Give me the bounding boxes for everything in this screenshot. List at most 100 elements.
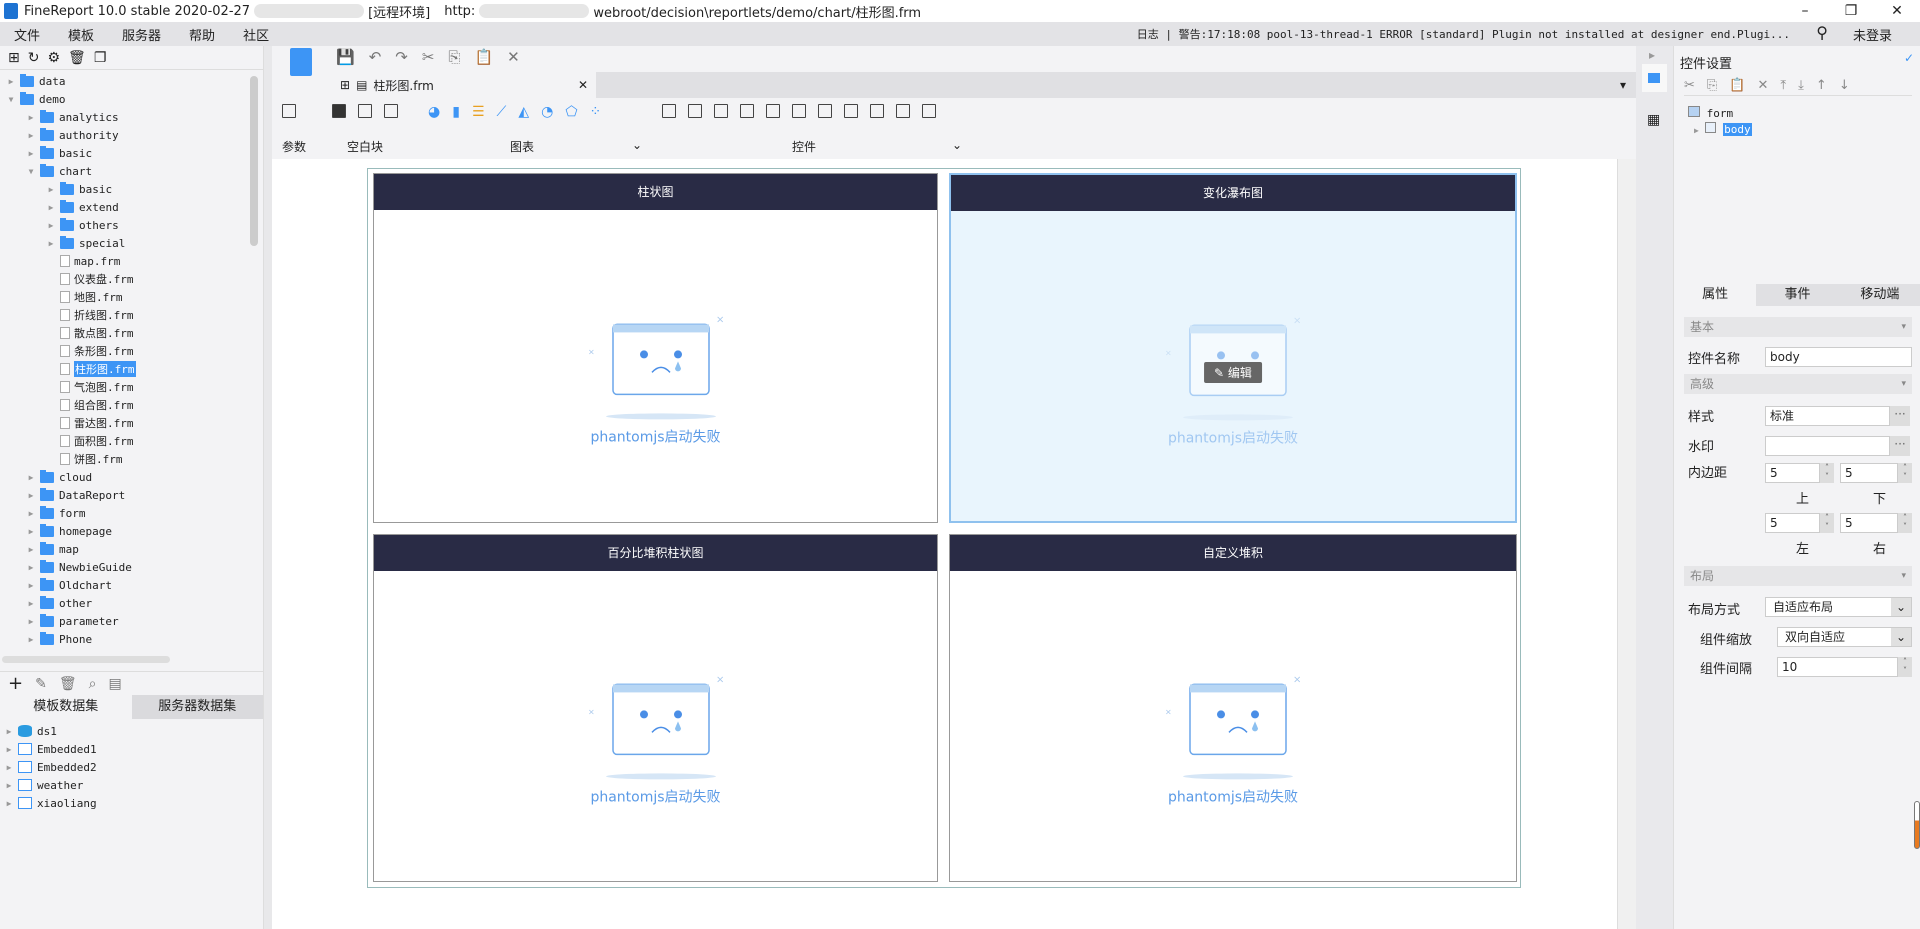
pin-icon[interactable]: ✓ <box>1904 51 1914 65</box>
tree-file[interactable]: 条形图.frm <box>0 342 263 360</box>
layout-select[interactable]: 自适应布局 ⌄ <box>1765 597 1912 617</box>
date-icon[interactable] <box>792 104 806 118</box>
add-dataset-icon[interactable]: + <box>8 673 23 694</box>
expand-icon[interactable]: ▶ <box>4 763 14 772</box>
move-bottom-icon[interactable]: ⤓ <box>1798 78 1804 93</box>
scatter-chart-icon[interactable]: ⁘ <box>589 104 601 120</box>
checkbox-group-icon[interactable] <box>896 104 910 118</box>
undo-icon[interactable]: ↶ <box>369 48 382 66</box>
expand-icon[interactable]: ▶ <box>4 745 14 754</box>
new-tab-icon[interactable]: ⊞ <box>340 78 350 92</box>
expand-icon[interactable]: ▶ <box>4 727 14 736</box>
label-icon[interactable] <box>688 104 702 118</box>
watermark-more-button[interactable]: ··· <box>1890 436 1910 456</box>
expand-icon[interactable]: ▶ <box>26 491 36 500</box>
expand-icon[interactable]: ▶ <box>26 509 36 518</box>
dataset-item[interactable]: ▶ Embedded1 <box>0 740 263 758</box>
tab-properties[interactable]: 属性 <box>1674 284 1757 306</box>
tree-file[interactable]: 散点图.frm <box>0 324 263 342</box>
tree-node-body[interactable]: ▶ body <box>1694 122 1752 136</box>
dataset-item[interactable]: ▶ xiaoliang <box>0 794 263 812</box>
delete-icon[interactable]: ✕ <box>507 48 520 66</box>
component-library-icon[interactable]: ▦ <box>1647 112 1660 128</box>
tab-events[interactable]: 事件 <box>1756 284 1838 306</box>
tree-folder[interactable]: ▶ map <box>0 540 263 558</box>
padding-left-spinner[interactable]: ˄ ˅ <box>1820 513 1834 533</box>
tab-server-datasets[interactable]: 服务器数据集 <box>131 695 263 719</box>
copy-icon[interactable]: ⎘ <box>448 48 460 66</box>
padding-bottom-spinner[interactable]: ˄ ˅ <box>1898 463 1912 483</box>
dataset-item[interactable]: ▶ weather <box>0 776 263 794</box>
gap-input[interactable]: 10 <box>1777 657 1898 677</box>
tree-combo-icon[interactable] <box>844 104 858 118</box>
expand-icon[interactable]: ▶ <box>46 221 56 230</box>
move-top-icon[interactable]: ⤒ <box>1780 78 1786 93</box>
expand-icon[interactable]: ▶ <box>46 239 56 248</box>
new-folder-icon[interactable]: ⊞ <box>8 50 20 66</box>
tree-file[interactable]: map.frm <box>0 252 263 270</box>
edit-icon[interactable]: ✎ <box>35 676 47 692</box>
cut-icon[interactable]: ✂ <box>422 48 435 66</box>
tree-file[interactable]: 组合图.frm <box>0 396 263 414</box>
split-block-icon[interactable] <box>358 104 372 118</box>
watermark-input[interactable] <box>1765 436 1890 456</box>
tree-folder[interactable]: ▶ form <box>0 504 263 522</box>
style-input[interactable]: 标准 <box>1765 406 1890 426</box>
expand-icon[interactable]: ▶ <box>4 799 14 808</box>
copy-icon[interactable]: ❐ <box>94 50 107 66</box>
paste-icon[interactable]: 📋 <box>474 48 493 66</box>
section-basic[interactable]: 基本 ▾ <box>1684 317 1912 337</box>
expand-icon[interactable]: ▶ <box>26 149 36 158</box>
line-chart-icon[interactable]: ⟋ <box>497 104 507 120</box>
padding-right-spinner[interactable]: ˄ ˅ <box>1898 513 1912 533</box>
redo-icon[interactable]: ↷ <box>395 48 408 66</box>
left-splitter[interactable] <box>263 46 272 929</box>
tree-hscrollbar[interactable] <box>2 656 170 663</box>
tree-folder[interactable]: ▶ authority <box>0 126 263 144</box>
tree-folder[interactable]: ▶ basic <box>0 144 263 162</box>
expand-icon[interactable]: ▶ <box>26 617 36 626</box>
delete-dataset-icon[interactable]: 🗑 <box>59 676 77 692</box>
expand-icon[interactable]: ▶ <box>26 527 36 536</box>
edit-button[interactable]: ✎ 编辑 <box>1204 362 1262 383</box>
section-layout[interactable]: 布局 ▾ <box>1684 566 1912 586</box>
menu-server[interactable]: 服务器 <box>108 25 175 44</box>
preview-icon[interactable]: ⌕ <box>89 676 97 692</box>
tree-folder[interactable]: ▶ cloud <box>0 468 263 486</box>
collapse-arrow-icon[interactable]: ▸ <box>1649 48 1655 62</box>
gauge-chart-icon[interactable]: ◔ <box>541 104 553 120</box>
gap-spinner[interactable]: ˄ ˅ <box>1898 657 1912 677</box>
expand-icon[interactable]: ▶ <box>26 113 36 122</box>
combobox-icon[interactable] <box>740 104 754 118</box>
log-message[interactable]: 日志 | 警告:17:18:08 pool-13-thread-1 ERROR … <box>1137 26 1790 42</box>
dataset-item[interactable]: ▶ ds1 <box>0 722 263 740</box>
delete-icon[interactable]: 🗑 <box>68 50 86 66</box>
tree-file[interactable]: 面积图.frm <box>0 432 263 450</box>
textarea-icon[interactable] <box>714 104 728 118</box>
expand-icon[interactable]: ▶ <box>46 203 56 212</box>
expand-icon[interactable]: ▶ <box>26 635 36 644</box>
tree-folder[interactable]: ▶ other <box>0 594 263 612</box>
pie-chart-icon[interactable]: ◕ <box>428 104 440 120</box>
collapse-icon[interactable]: ▼ <box>26 167 36 176</box>
tree-file[interactable]: 雷达图.frm <box>0 414 263 432</box>
area-chart-icon[interactable]: ◭ <box>518 104 529 120</box>
tree-folder[interactable]: ▶ extend <box>0 198 263 216</box>
expand-icon[interactable]: ▶ <box>6 77 16 86</box>
tree-file[interactable]: 折线图.frm <box>0 306 263 324</box>
close-window-button[interactable]: ✕ <box>1874 0 1920 22</box>
textbox-icon[interactable] <box>662 104 676 118</box>
tree-folder[interactable]: ▶ parameter <box>0 612 263 630</box>
tab-template-datasets[interactable]: 模板数据集 <box>0 695 132 719</box>
tree-folder[interactable]: ▶ Phone <box>0 630 263 648</box>
widget-group-expand-icon[interactable]: ⌄ <box>952 138 962 152</box>
tree-folder[interactable]: ▼ demo <box>0 90 263 108</box>
padding-top-input[interactable]: 5 <box>1765 463 1820 483</box>
paste-icon[interactable]: 📋 <box>1729 78 1745 93</box>
dataset-settings-icon[interactable]: ▤ <box>108 676 121 692</box>
close-tab-icon[interactable]: ✕ <box>578 78 588 92</box>
tree-folder[interactable]: ▶ special <box>0 234 263 252</box>
padding-bottom-input[interactable]: 5 <box>1840 463 1898 483</box>
tree-scrollbar[interactable] <box>250 76 258 246</box>
tree-file[interactable]: 气泡图.frm <box>0 378 263 396</box>
